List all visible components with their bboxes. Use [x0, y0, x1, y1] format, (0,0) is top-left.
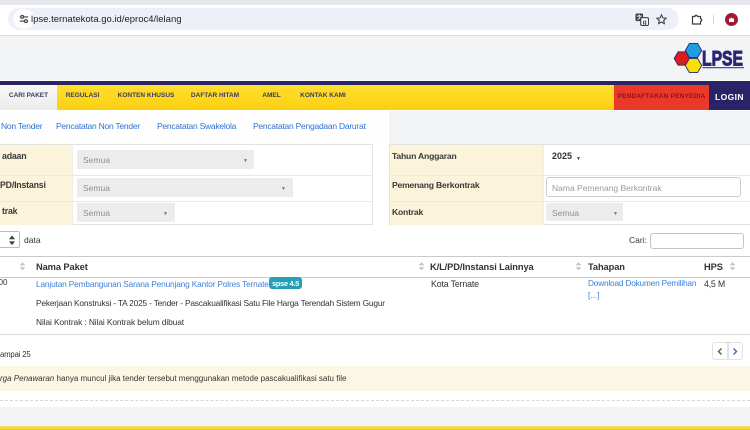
svg-text:LPSE: LPSE	[702, 48, 743, 71]
svg-text:g: g	[643, 19, 647, 26]
